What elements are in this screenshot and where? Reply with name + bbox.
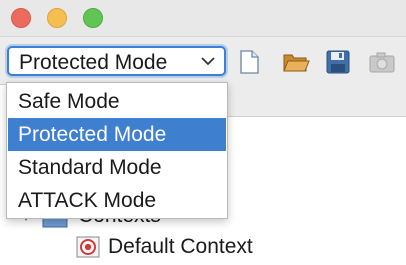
mode-option-attack[interactable]: ATTACK Mode	[8, 184, 226, 217]
mode-option-safe[interactable]: Safe Mode	[8, 85, 226, 118]
mode-option-protected[interactable]: Protected Mode	[8, 118, 226, 151]
mode-select-value: Protected Mode	[19, 51, 168, 74]
zoom-window-button[interactable]	[83, 8, 103, 28]
mode-dropdown-list: Safe Mode Protected Mode Standard Mode A…	[6, 82, 228, 219]
mode-option-standard[interactable]: Standard Mode	[8, 151, 226, 184]
tree-node-default-context[interactable]: Default Context	[0, 230, 406, 264]
new-session-icon[interactable]	[238, 49, 260, 75]
context-target-icon	[76, 236, 100, 258]
panel-tab-strip	[228, 84, 406, 117]
chevron-down-icon	[201, 57, 215, 66]
save-session-icon[interactable]	[325, 49, 351, 75]
mode-select[interactable]: Protected Mode	[7, 46, 226, 76]
open-session-icon[interactable]	[282, 49, 310, 75]
toolbar: Protected Mode	[0, 36, 406, 85]
tree-node-label: Default Context	[108, 235, 253, 258]
minimize-window-button[interactable]	[47, 8, 67, 28]
snapshot-icon[interactable]	[368, 49, 396, 75]
close-window-button[interactable]	[11, 8, 31, 28]
title-bar	[0, 0, 406, 36]
